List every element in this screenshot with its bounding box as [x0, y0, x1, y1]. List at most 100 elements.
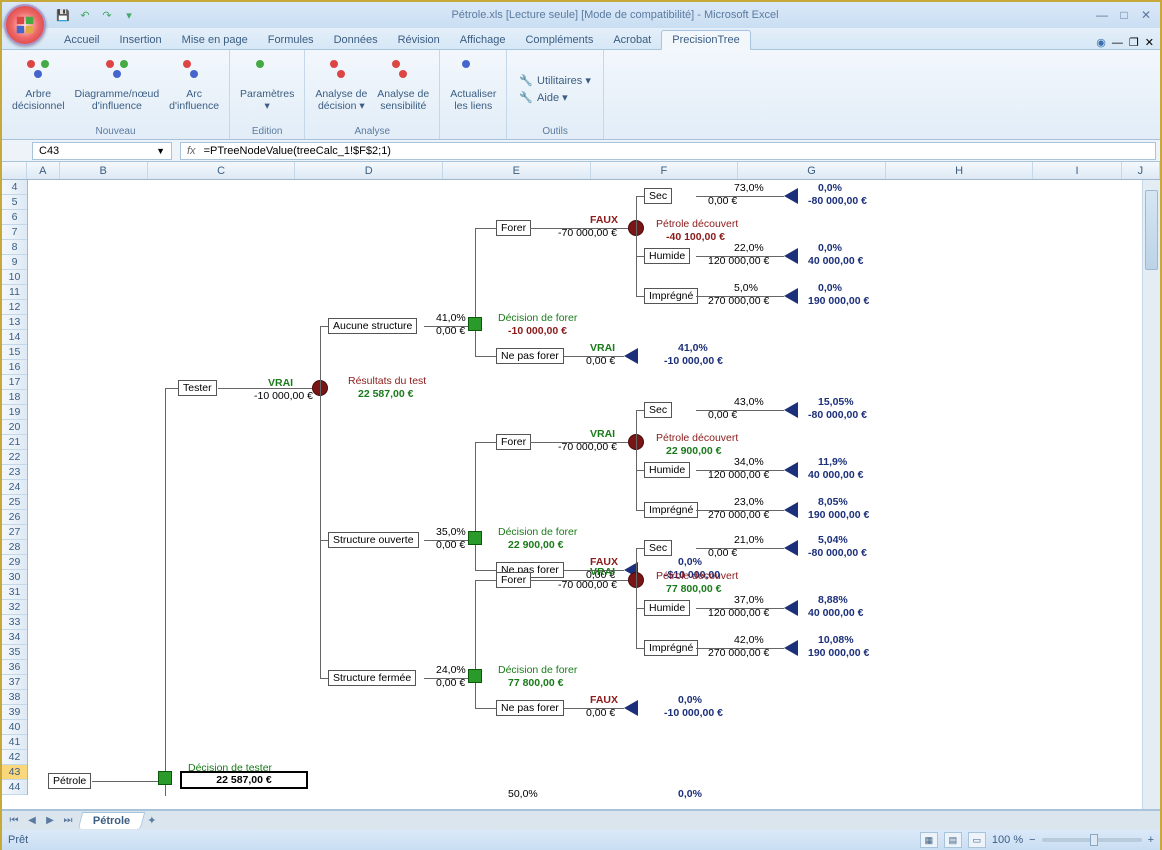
row-header-36[interactable]: 36 [2, 660, 27, 675]
ribbon-param-tres[interactable]: Paramètres▾ [236, 52, 298, 126]
row-header-4[interactable]: 4 [2, 180, 27, 195]
view-normal-icon[interactable]: ▦ [920, 832, 938, 848]
row-header-29[interactable]: 29 [2, 555, 27, 570]
row-header-35[interactable]: 35 [2, 645, 27, 660]
tab-mise-en-page[interactable]: Mise en page [172, 31, 258, 49]
row-header-41[interactable]: 41 [2, 735, 27, 750]
tab-precisiontree[interactable]: PrecisionTree [661, 30, 750, 50]
zoom-slider[interactable] [1042, 838, 1142, 842]
vertical-scrollbar[interactable] [1142, 180, 1160, 809]
col-header-F[interactable]: F [591, 162, 739, 179]
row-header-18[interactable]: 18 [2, 390, 27, 405]
row-header-8[interactable]: 8 [2, 240, 27, 255]
row-header-43[interactable]: 43 [2, 765, 27, 780]
col-header-E[interactable]: E [443, 162, 591, 179]
qat-dropdown-icon[interactable]: ▾ [120, 6, 138, 24]
row-header-17[interactable]: 17 [2, 375, 27, 390]
col-header-J[interactable]: J [1122, 162, 1160, 179]
col-header-D[interactable]: D [295, 162, 443, 179]
row-header-21[interactable]: 21 [2, 435, 27, 450]
row-header-11[interactable]: 11 [2, 285, 27, 300]
row-header-31[interactable]: 31 [2, 585, 27, 600]
row-header-16[interactable]: 16 [2, 360, 27, 375]
row-header-10[interactable]: 10 [2, 270, 27, 285]
zoom-thumb[interactable] [1090, 834, 1098, 846]
maximize-button[interactable]: □ [1114, 7, 1134, 23]
row-header-20[interactable]: 20 [2, 420, 27, 435]
col-header-corner[interactable] [2, 162, 27, 179]
column-headers[interactable]: ABCDEFGHIJ [2, 162, 1160, 180]
zoom-out-icon[interactable]: − [1029, 834, 1035, 846]
row-header-23[interactable]: 23 [2, 465, 27, 480]
tab-révision[interactable]: Révision [388, 31, 450, 49]
row-header-25[interactable]: 25 [2, 495, 27, 510]
row-header-27[interactable]: 27 [2, 525, 27, 540]
row-header-30[interactable]: 30 [2, 570, 27, 585]
tab-nav-first-icon[interactable]: ⏮ [6, 815, 22, 826]
row-header-37[interactable]: 37 [2, 675, 27, 690]
close-button[interactable]: ✕ [1136, 7, 1156, 23]
ribbon-menu-utilitaires[interactable]: 🔧 Utilitaires ▾ [513, 72, 597, 89]
ribbon-arbre[interactable]: Arbredécisionnel [8, 52, 69, 126]
redo-icon[interactable]: ↷ [98, 6, 116, 24]
col-header-G[interactable]: G [738, 162, 886, 179]
ribbon-analyse-de[interactable]: Analyse dedécision ▾ [311, 52, 371, 126]
row-header-38[interactable]: 38 [2, 690, 27, 705]
zoom-in-icon[interactable]: + [1148, 834, 1154, 846]
tab-nav-last-icon[interactable]: ⏭ [60, 815, 76, 826]
tab-formules[interactable]: Formules [258, 31, 324, 49]
scrollbar-thumb[interactable] [1145, 190, 1158, 270]
ribbon-diagramme-n-ud[interactable]: Diagramme/nœudd'influence [71, 52, 164, 126]
row-header-9[interactable]: 9 [2, 255, 27, 270]
row-header-22[interactable]: 22 [2, 450, 27, 465]
tab-données[interactable]: Données [324, 31, 388, 49]
doc-restore-icon[interactable]: ❐ [1129, 36, 1139, 49]
namebox-dropdown-icon[interactable]: ▼ [156, 146, 165, 156]
col-header-I[interactable]: I [1033, 162, 1121, 179]
row-header-26[interactable]: 26 [2, 510, 27, 525]
row-header-13[interactable]: 13 [2, 315, 27, 330]
row-header-12[interactable]: 12 [2, 300, 27, 315]
tab-affichage[interactable]: Affichage [450, 31, 516, 49]
row-header-40[interactable]: 40 [2, 720, 27, 735]
ribbon-menu-aide[interactable]: 🔧 Aide ▾ [513, 89, 597, 106]
row-header-15[interactable]: 15 [2, 345, 27, 360]
ribbon-minimize-icon[interactable]: — [1112, 37, 1123, 49]
col-header-C[interactable]: C [148, 162, 296, 179]
view-layout-icon[interactable]: ▤ [944, 832, 962, 848]
name-box[interactable]: C43 ▼ [32, 142, 172, 160]
row-header-34[interactable]: 34 [2, 630, 27, 645]
row-header-24[interactable]: 24 [2, 480, 27, 495]
tab-insertion[interactable]: Insertion [109, 31, 171, 49]
ribbon-arc[interactable]: Arcd'influence [165, 52, 223, 126]
col-header-A[interactable]: A [27, 162, 60, 179]
col-header-H[interactable]: H [886, 162, 1034, 179]
fx-icon[interactable]: fx [187, 145, 196, 157]
doc-close-icon[interactable]: ✕ [1145, 36, 1154, 49]
tab-nav-next-icon[interactable]: ▶ [42, 815, 58, 826]
row-header-42[interactable]: 42 [2, 750, 27, 765]
ribbon-analyse-de[interactable]: Analyse desensibilité [373, 52, 433, 126]
tab-compléments[interactable]: Compléments [515, 31, 603, 49]
row-header-44[interactable]: 44 [2, 780, 27, 795]
undo-icon[interactable]: ↶ [76, 6, 94, 24]
office-button[interactable] [4, 4, 46, 46]
insert-sheet-icon[interactable]: ✦ [147, 814, 156, 827]
row-headers[interactable]: 4567891011121314151617181920212223242526… [2, 180, 28, 795]
help-icon[interactable]: ◉ [1096, 36, 1106, 49]
row-header-6[interactable]: 6 [2, 210, 27, 225]
row-header-39[interactable]: 39 [2, 705, 27, 720]
tab-acrobat[interactable]: Acrobat [603, 31, 661, 49]
row-header-7[interactable]: 7 [2, 225, 27, 240]
sheet-tab-petrole[interactable]: Pétrole [78, 812, 146, 829]
row-header-32[interactable]: 32 [2, 600, 27, 615]
row-header-5[interactable]: 5 [2, 195, 27, 210]
row-header-19[interactable]: 19 [2, 405, 27, 420]
row-header-14[interactable]: 14 [2, 330, 27, 345]
tab-accueil[interactable]: Accueil [54, 31, 109, 49]
row-header-28[interactable]: 28 [2, 540, 27, 555]
col-header-B[interactable]: B [60, 162, 148, 179]
grid-canvas[interactable]: PétroleDécision de tester22 587,00 €Test… [28, 180, 1142, 809]
tab-nav-prev-icon[interactable]: ◀ [24, 815, 40, 826]
ribbon-actualiser[interactable]: Actualiserles liens [446, 52, 500, 137]
